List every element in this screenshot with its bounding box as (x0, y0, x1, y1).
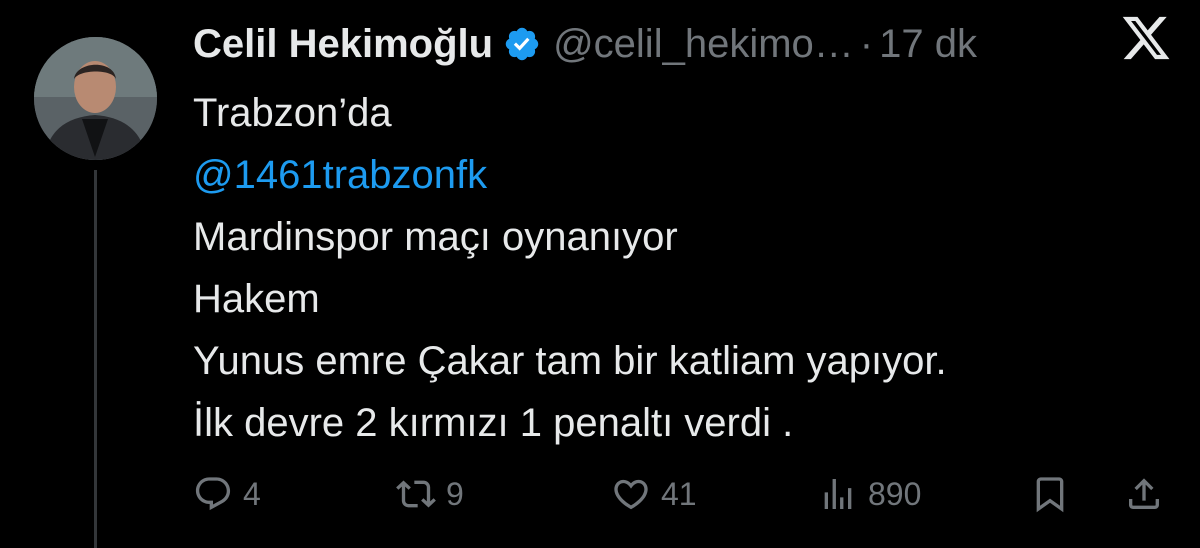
reply-button[interactable]: 4 (193, 466, 261, 522)
repost-icon (396, 480, 436, 508)
timestamp[interactable]: 17 dk (879, 22, 977, 67)
tweet-line: Yunus emre Çakar tam bir katliam yapıyor… (193, 339, 947, 383)
share-icon (1129, 478, 1159, 509)
display-name[interactable]: Celil Hekimoğlu (193, 22, 493, 67)
tweet-line: İlk devre 2 kırmızı 1 penaltı verdi . (193, 401, 794, 445)
tweet-line: Hakem (193, 277, 320, 321)
repost-button[interactable]: 9 (396, 466, 464, 522)
reply-count: 4 (243, 475, 261, 512)
tweet-line: Mardinspor maçı oynanıyor (193, 215, 678, 259)
views-count: 890 (868, 475, 922, 512)
repost-count: 9 (446, 475, 464, 512)
x-logo-icon (1120, 12, 1172, 64)
tweet-card[interactable]: Celil Hekimoğlu @celil_hekimo… · 17 dk T… (0, 0, 1200, 548)
avatar[interactable] (34, 37, 157, 160)
reply-icon (195, 477, 231, 511)
profile-photo (34, 37, 157, 160)
verified-badge-icon (503, 25, 541, 63)
views-button[interactable]: 890 (818, 466, 921, 522)
tweet-header: Celil Hekimoğlu @celil_hekimo… · 17 dk (193, 14, 977, 74)
share-button[interactable] (1124, 466, 1164, 522)
mention-link[interactable]: @1461trabzonfk (193, 144, 1173, 206)
action-bar: 4 9 41 890 (0, 466, 1200, 522)
user-handle[interactable]: @celil_hekimo… (553, 22, 854, 67)
separator-dot: · (859, 21, 874, 66)
tweet-text: Trabzon’da @1461trabzonfk Mardinspor maç… (193, 82, 1173, 454)
views-icon (824, 479, 852, 509)
like-count: 41 (661, 475, 697, 512)
heart-icon (614, 479, 648, 510)
like-button[interactable]: 41 (611, 466, 697, 522)
tweet-line: Trabzon’da (193, 91, 392, 135)
bookmark-button[interactable] (1030, 466, 1070, 522)
bookmark-icon (1036, 477, 1064, 513)
